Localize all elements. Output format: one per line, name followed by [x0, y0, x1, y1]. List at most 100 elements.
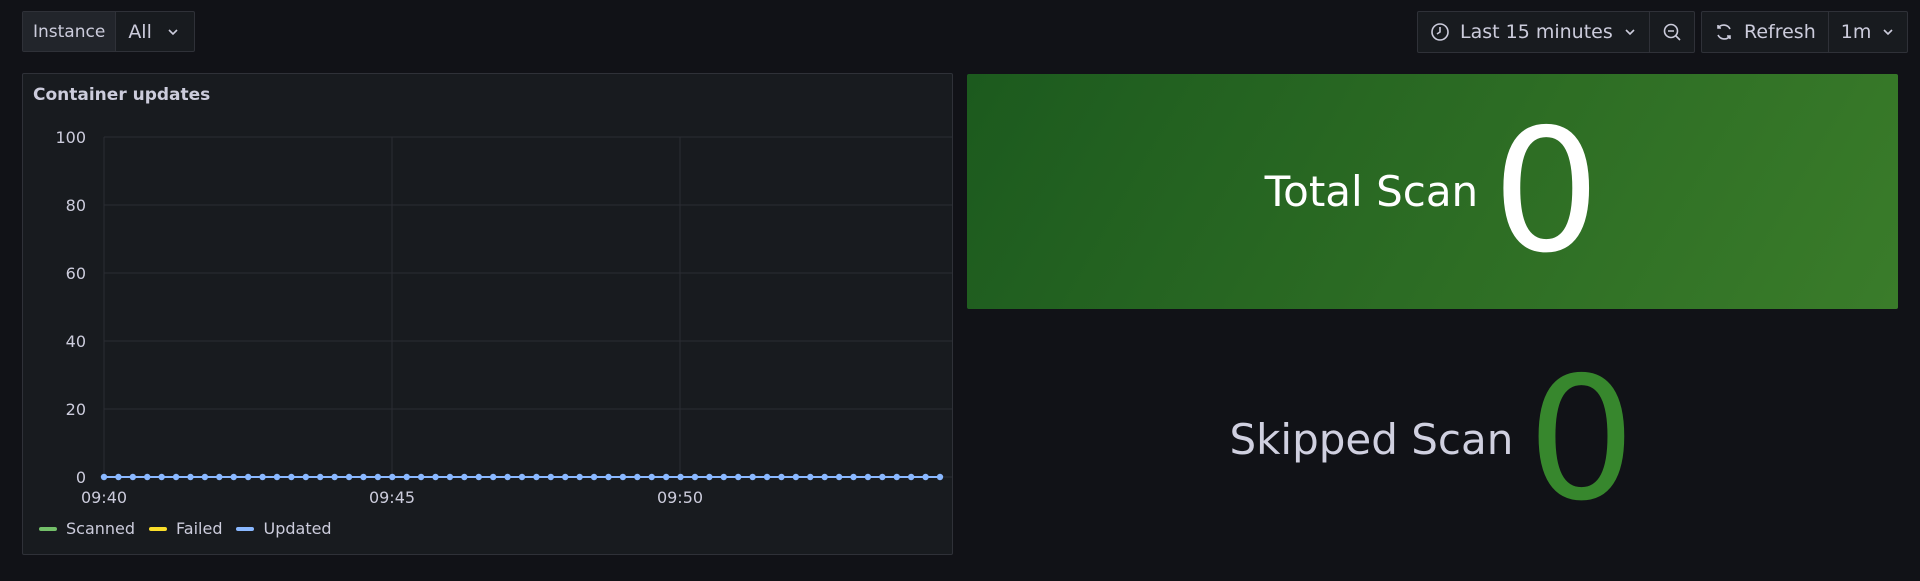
y-tick-label: 20 [66, 400, 86, 419]
y-tick-label: 60 [66, 264, 86, 283]
legend-label: Updated [263, 519, 332, 538]
instance-select[interactable]: All [116, 12, 194, 51]
data-point [187, 473, 194, 481]
time-range-label: Last 15 minutes [1460, 21, 1613, 43]
data-point [461, 473, 468, 481]
refresh-button[interactable]: Refresh [1702, 12, 1828, 52]
y-tick-label: 100 [55, 128, 86, 147]
instance-value: All [128, 20, 152, 43]
instance-label: Instance [23, 12, 117, 51]
data-point [922, 473, 929, 481]
legend-label: Failed [176, 519, 223, 538]
data-point [547, 473, 555, 481]
data-point [172, 473, 180, 481]
data-point [317, 473, 324, 481]
stat-value: 0 [1527, 340, 1636, 539]
legend-swatch [149, 526, 168, 531]
zoom-out-icon [1663, 23, 1681, 41]
data-point [475, 473, 482, 481]
data-point [331, 473, 338, 481]
refresh-label: Refresh [1744, 21, 1816, 43]
x-tick-label: 09:40 [81, 488, 127, 507]
refresh-interval-value: 1m [1840, 21, 1872, 43]
refresh-interval-picker[interactable]: 1m [1827, 12, 1908, 52]
data-point [115, 473, 122, 481]
data-point [735, 473, 742, 481]
data-point [864, 473, 872, 481]
data-point [648, 473, 655, 481]
data-point [662, 473, 670, 481]
data-point [288, 473, 295, 481]
data-point [259, 473, 266, 481]
stat-title: Total Scan [1264, 167, 1479, 216]
data-point [374, 473, 382, 481]
container-updates-panel: Container updates 0 20 40 60 80 100 09:40 09:45… [22, 73, 953, 555]
data-point [273, 473, 281, 481]
data-point [677, 473, 684, 481]
data-point [144, 473, 151, 481]
data-point [403, 473, 410, 481]
data-point [619, 473, 627, 481]
stat-title: Skipped Scan [1229, 415, 1514, 464]
legend-swatch [39, 526, 57, 531]
legend-item-scanned[interactable]: Scanned [39, 519, 135, 538]
data-point [792, 473, 800, 481]
clock-icon [1431, 23, 1449, 41]
data-point [605, 473, 612, 481]
x-tick-label: 09:50 [657, 488, 703, 507]
data-point [417, 473, 425, 481]
refresh-group: Refresh 1m [1701, 11, 1909, 53]
legend-item-failed[interactable]: Failed [149, 519, 222, 538]
data-point [936, 473, 944, 481]
data-point [158, 473, 165, 481]
data-point [504, 473, 511, 481]
data-point [835, 473, 843, 481]
data-point [821, 473, 828, 481]
data-point [576, 473, 583, 481]
data-point [230, 473, 237, 481]
data-point [533, 473, 540, 481]
zoom-out-button[interactable] [1648, 12, 1694, 52]
y-tick-label: 80 [66, 196, 86, 215]
data-point [850, 473, 857, 481]
data-point [907, 473, 915, 481]
panel-title[interactable]: Container updates [33, 85, 210, 105]
data-point [100, 473, 108, 481]
time-picker-group: Last 15 minutes [1417, 11, 1695, 53]
data-point [360, 473, 367, 481]
data-point [129, 473, 137, 481]
skipped-scan-panel: Skipped Scan 0 [967, 322, 1898, 557]
y-tick-label: 40 [66, 332, 86, 351]
x-tick-label: 09:45 [369, 488, 415, 507]
data-point [244, 473, 252, 481]
time-series-chart[interactable]: 0 20 40 60 80 100 09:40 09:45 09:50 [23, 114, 952, 514]
data-point [432, 473, 439, 481]
legend-label: Scanned [66, 519, 136, 538]
time-range-picker[interactable]: Last 15 minutes [1418, 12, 1649, 52]
data-point [634, 473, 641, 481]
data-point [302, 473, 309, 481]
data-point [763, 473, 771, 481]
data-point [778, 473, 785, 481]
data-point [345, 473, 353, 481]
chart-legend: Scanned Failed Updated [39, 519, 332, 538]
instance-variable: Instance All [22, 11, 195, 52]
data-point [879, 473, 886, 481]
data-point [807, 473, 814, 481]
legend-item-updated[interactable]: Updated [236, 519, 332, 538]
data-point [720, 473, 727, 481]
chevron-down-icon [1883, 29, 1893, 36]
chevron-down-icon [1625, 29, 1635, 36]
data-point [590, 473, 598, 481]
data-point [446, 473, 454, 481]
y-tick-label: 0 [76, 468, 86, 487]
total-scan-panel: Total Scan 0 [967, 74, 1898, 309]
chevron-down-icon [168, 28, 178, 35]
data-point [201, 473, 209, 481]
refresh-icon [1717, 24, 1731, 40]
data-point [562, 473, 569, 481]
data-point [691, 473, 699, 481]
legend-swatch [236, 526, 255, 531]
data-point [389, 473, 396, 481]
data-point [489, 473, 497, 481]
